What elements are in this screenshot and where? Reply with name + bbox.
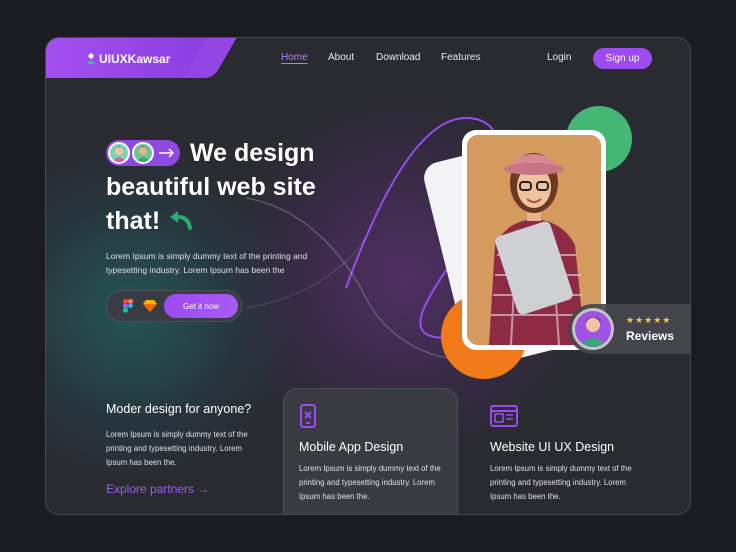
mobile-icon [300, 404, 316, 428]
service-title-website: Website UI UX Design [490, 440, 615, 454]
landing-page-frame: UIUXKawsar Home About Download Features … [45, 37, 691, 515]
hero-text-line: typesetting industry. Lorem Ipsum has be… [106, 265, 285, 275]
nav-about[interactable]: About [328, 52, 354, 63]
hero-description: Lorem Ipsum is simply dummy text of the … [106, 249, 336, 277]
headline-line-2: beautiful web site [106, 173, 316, 201]
sketch-icon [143, 300, 157, 312]
hero-headline: We design beautiful web site that! [106, 136, 316, 238]
section-text-line: printing and typesetting industry. Lorem [106, 444, 242, 453]
rating-stars: ★★★★★ [626, 315, 672, 325]
website-icon [490, 405, 518, 427]
service-text-line: Ipsum has been the. [490, 492, 561, 501]
service-description-mobile: Lorem Ipsum is simply dummy text of the … [299, 462, 459, 504]
hero-text-line: Lorem Ipsum is simply dummy text of the … [106, 251, 308, 261]
figma-icon [123, 299, 133, 313]
headline-line-1: We design [190, 139, 315, 167]
service-description-website: Lorem Ipsum is simply dummy text of the … [490, 462, 650, 504]
section-text-line: Lorem Ipsum is simply dummy text of the [106, 430, 248, 439]
nav-home[interactable]: Home [281, 52, 308, 63]
section-description: Lorem Ipsum is simply dummy text of the … [106, 428, 286, 470]
section-title: Moder design for anyone? [106, 402, 252, 416]
brand-name: UIUXKawsar [99, 52, 171, 66]
nav-login[interactable]: Login [547, 52, 571, 63]
curved-arrow-icon [170, 211, 193, 230]
reviews-badge[interactable]: ★★★★★ Reviews [568, 304, 690, 354]
service-text-line: Lorem Ipsum is simply dummy text of the [490, 464, 632, 473]
get-it-now-button[interactable]: Get it now [164, 294, 238, 318]
nav-features[interactable]: Features [441, 52, 480, 63]
reviews-label: Reviews [626, 329, 675, 343]
service-text-line: printing and typesetting industry. Lorem [490, 478, 626, 487]
service-text-line: Ipsum has been the. [299, 492, 370, 501]
explore-partners-link[interactable]: Explore partners → [106, 482, 209, 496]
service-text-line: printing and typesetting industry. Lorem [299, 478, 435, 487]
brand-logo[interactable]: UIUXKawsar [86, 52, 170, 66]
nav-download[interactable]: Download [376, 52, 420, 63]
headline-line-3: that! [106, 207, 161, 235]
service-text-line: Lorem Ipsum is simply dummy text of the [299, 464, 441, 473]
section-text-line: Ipsum has been the. [106, 458, 177, 467]
avatar-person-icon [579, 317, 607, 347]
service-title-mobile: Mobile App Design [299, 440, 404, 454]
reviewer-avatar [572, 308, 614, 350]
signup-button[interactable]: Sign up [593, 48, 652, 69]
brand-mark-icon [87, 53, 95, 64]
